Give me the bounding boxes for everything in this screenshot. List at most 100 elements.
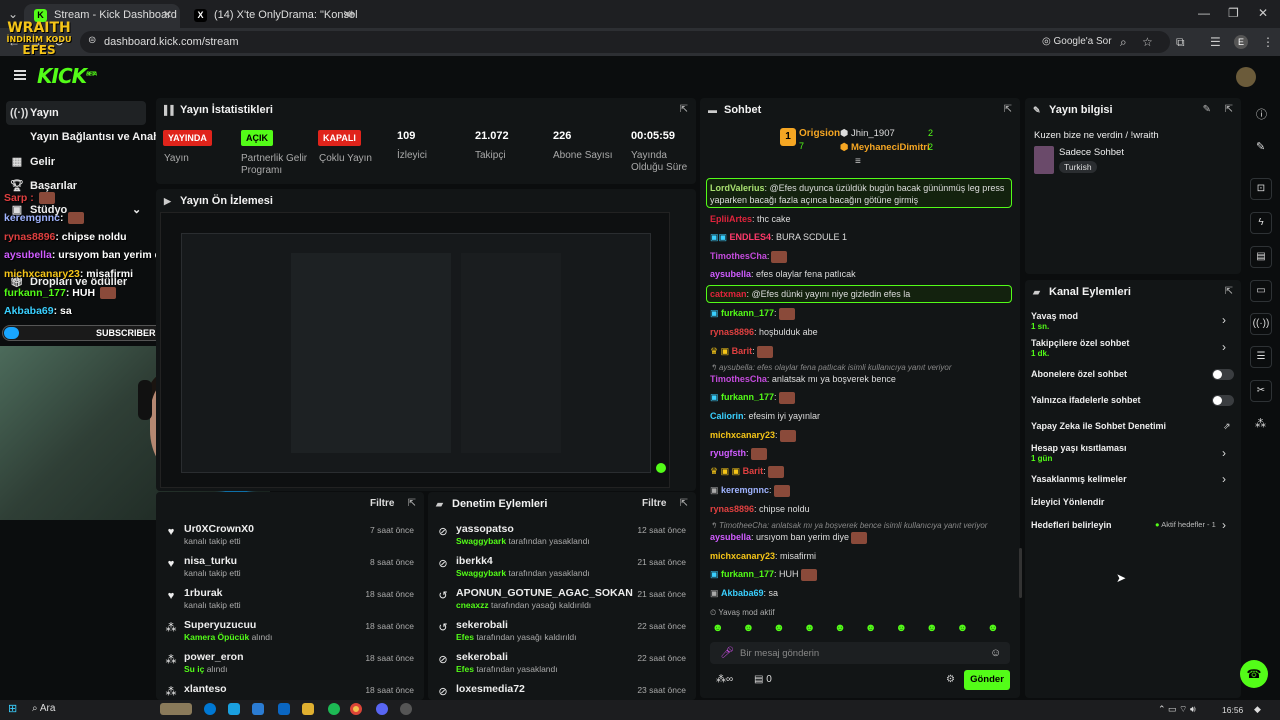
chat-username[interactable]: EpliiArtes [710,214,752,224]
chat-username[interactable]: Caliorin [710,411,744,421]
action-ai-moderation[interactable]: Yapay Zeka ile Sohbet Denetimi [1031,421,1166,431]
kick-logo[interactable]: KICKBETA [37,64,97,88]
action-banned-words[interactable]: Yasaklanmış kelimeler [1031,474,1127,484]
emote-quick-bar[interactable]: ☻☻☻☻☻☻☻☻☻☻ [712,622,1010,636]
activity-user[interactable]: Ur0XCrownX0 [184,523,254,535]
profile-avatar[interactable]: E [1234,35,1248,49]
chat-username[interactable]: michxcanary23 [710,551,775,561]
rail-broadcast-icon[interactable]: ((·)) [1250,313,1272,335]
rail-lightning-icon[interactable]: ϟ [1250,212,1272,234]
send-button[interactable]: Gönder [964,670,1010,690]
action-goals[interactable]: Hedefleri belirleyin [1031,520,1112,530]
rail-queue-icon[interactable]: ☰ [1250,346,1272,368]
action-account-age[interactable]: Hesap yaşı kısıtlaması 1 gün [1031,443,1127,463]
maximize-icon[interactable]: ❐ [1228,6,1239,20]
filter-button[interactable]: Filtre [370,498,394,509]
chat-username[interactable]: Akbaba69 [721,588,764,598]
taskbar-search[interactable]: ⌕ Ara [32,703,55,714]
chat-username[interactable]: furkann_177 [721,308,774,318]
expand-icon[interactable]: ⇱ [1225,286,1233,297]
tab-x-onlydrama[interactable]: X (14) X'te OnlyDrama: "Konsol O ✕ [184,4,360,28]
sidebar-item-basarilar[interactable]: 🏆︎ Başarılar [10,179,77,192]
chat-username[interactable]: aysubella [710,269,751,279]
points-indicator[interactable]: ▤ 0 [754,674,772,685]
chat-input-placeholder[interactable]: Bir mesaj gönderin [740,648,819,659]
window-close-icon[interactable]: ✕ [1258,6,1268,20]
expand-icon[interactable]: ⇱ [1004,104,1012,115]
activity-user[interactable]: power_eron [184,651,244,663]
moderated-user[interactable]: iberkk4 [456,555,493,567]
top-gifter[interactable]: ⬢ Jhin_1907 [840,128,895,139]
tab-search-icon[interactable]: ☰ [1210,35,1221,49]
site-info-icon[interactable]: ⊜ [88,35,96,46]
chat-username[interactable]: ENDLES4 [730,232,772,242]
tab-menu-icon[interactable]: ⌄ [8,7,18,21]
tray-icons[interactable]: ⌃ ▭ ⌔ 🔊︎ [1158,704,1196,715]
expand-icon[interactable]: ⇱ [1225,104,1233,115]
chat-username[interactable]: ryugfsth [710,448,746,458]
user-avatar[interactable] [1236,67,1256,87]
chevron-right-icon[interactable]: › [1222,446,1226,460]
close-icon[interactable]: ✕ [163,8,172,21]
stream-preview-video[interactable] [160,212,670,488]
info-icon[interactable]: ⓘ [1256,106,1267,122]
activity-user[interactable]: xlanteso [184,683,227,695]
chevron-right-icon[interactable]: › [1222,313,1226,327]
app-icon[interactable] [228,703,240,715]
hamburger-menu-icon[interactable] [14,70,26,80]
chat-username[interactable]: LordValerius [710,183,765,193]
taskbar-widget-icon[interactable] [160,703,192,715]
chevron-right-icon[interactable]: › [1222,472,1226,486]
file-explorer-icon[interactable] [302,703,314,715]
moderated-user[interactable]: yassopatso [456,523,514,535]
rail-users-icon[interactable]: ⁂ [1255,417,1266,430]
chat-scrollbar[interactable] [1019,548,1022,598]
emoji-icon[interactable]: ☺ [990,647,1001,659]
chrome-icon[interactable] [350,703,362,715]
sidebar-item-stream-key[interactable]: Yayın Bağlantısı ve Anahtarı [10,131,177,143]
infinity-icon[interactable]: ⁂∞ [716,674,733,685]
app-icon[interactable] [252,703,264,715]
windows-start-icon[interactable]: ⊞ [8,702,17,715]
filter-button[interactable]: Filtre [642,498,666,509]
rail-chat-icon[interactable]: ▭ [1250,280,1272,302]
chat-username[interactable]: furkann_177 [721,392,774,402]
sidebar-item-yayin[interactable]: ((·)) Yayın [10,107,59,119]
obs-icon[interactable] [400,703,412,715]
action-slow-mode[interactable]: Yavaş mod 1 sn. [1031,311,1078,331]
activity-user[interactable]: Superyuzucuu [184,619,256,631]
chat-username[interactable]: rynas8896 [710,327,754,337]
chat-username[interactable]: TimothesCha [710,251,767,261]
spotify-icon[interactable] [328,703,340,715]
moderated-user[interactable]: sekerobali [456,651,508,663]
google-ask-button[interactable]: ◎ Google'a Sor [1042,36,1112,47]
chevron-down-icon[interactable]: ⌄ [132,203,141,216]
rail-clip-icon[interactable]: ⊡ [1250,178,1272,200]
sidebar-item-gelir[interactable]: ▦ Gelir [10,155,55,168]
rail-tools-icon[interactable]: ✂ [1250,380,1272,402]
help-chat-button[interactable]: ☎ [1240,660,1268,688]
collapse-icon[interactable]: ≡ [855,156,861,167]
activity-user[interactable]: nisa_turku [184,555,237,567]
moderated-user[interactable]: APONUN_GOTUNE_AGAC_SOKAN [456,587,633,599]
chat-username[interactable]: furkann_177 [721,569,774,579]
new-tab-icon[interactable]: + [348,6,356,21]
extensions-icon[interactable]: ⧉ [1176,35,1185,50]
chat-username[interactable]: keremgnnc [721,485,769,495]
action-followers-only[interactable]: Takipçilere özel sohbet 1 dk. [1031,338,1129,358]
zoom-icon[interactable]: ⌕ [1120,35,1127,50]
chat-username[interactable]: catxman [710,289,747,299]
minimize-icon[interactable]: — [1198,6,1210,20]
edge-icon[interactable] [204,703,216,715]
chat-username[interactable]: aysubella [710,532,751,542]
moderated-user[interactable]: loxesmedia72 [456,683,525,695]
subscribers-only-toggle[interactable] [1212,369,1234,380]
bookmark-star-icon[interactable]: ☆ [1142,35,1153,49]
expand-icon[interactable]: ⇱ [680,104,688,115]
pencil-icon[interactable]: ✎ [1256,140,1265,153]
chevron-right-icon[interactable]: › [1222,340,1226,354]
expand-icon[interactable]: ⇱ [680,498,688,509]
emote-only-toggle[interactable] [1212,395,1234,406]
rail-notes-icon[interactable]: ▤ [1250,246,1272,268]
chat-username[interactable]: TimothesCha [710,374,767,384]
